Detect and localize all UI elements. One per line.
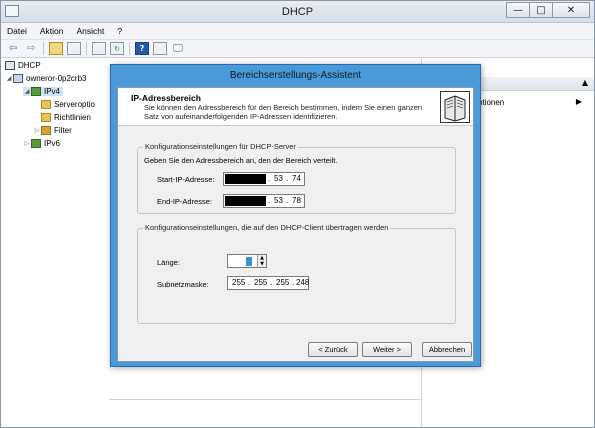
length-label: Länge:: [157, 258, 180, 267]
collapse-icon[interactable]: ◢: [5, 75, 13, 82]
dialog-body: IP-Adressbereich Sie können den Adressbe…: [117, 87, 474, 362]
spin-down-icon[interactable]: ▼: [258, 261, 266, 267]
tree-label: DHCP: [18, 61, 41, 70]
start-octet-3: 53: [274, 174, 283, 183]
collapse-icon[interactable]: ◢: [23, 88, 31, 95]
end-ip-label: End-IP-Adresse:: [157, 197, 213, 206]
start-octet-4: 74: [292, 174, 301, 183]
expand-icon[interactable]: ▷: [33, 127, 41, 134]
next-button[interactable]: Weiter >: [362, 342, 412, 357]
console-tree: DHCP ◢ owneror-0p2crb3 ◢ IPv4 Serveropti…: [1, 59, 109, 427]
tree-label: owneror-0p2crb3: [26, 74, 87, 83]
server-options-icon: [41, 100, 51, 109]
dialog-title[interactable]: Bereichserstellungs-Assistent: [111, 65, 480, 87]
pane-divider: [109, 399, 421, 400]
toolbar-separator: [86, 42, 87, 55]
subnet-mask-input[interactable]: 255 . 255 . 255 . 248: [227, 276, 309, 290]
end-octet-4: 78: [292, 196, 301, 205]
tree-label: Serveroptio: [54, 100, 95, 109]
menu-ansicht[interactable]: Ansicht: [76, 26, 104, 36]
submenu-arrow-icon[interactable]: ▶: [576, 97, 582, 106]
wizard-page-title: IP-Adressbereich: [131, 93, 201, 103]
length-value[interactable]: [246, 257, 252, 266]
toolbar: ⇦ ⇨ ↻ ? 🖵: [1, 40, 594, 58]
title-bar[interactable]: DHCP — □ ✕: [1, 1, 594, 23]
spinner-buttons[interactable]: ▲ ▼: [257, 255, 266, 267]
cancel-button[interactable]: Abbrechen: [422, 342, 472, 357]
filter-icon: [41, 126, 51, 135]
tree-node-dhcp[interactable]: DHCP: [5, 61, 41, 70]
menu-help[interactable]: ?: [117, 26, 122, 36]
tree-label: IPv4: [44, 87, 61, 96]
tree-node-ipv6[interactable]: ▷ IPv6: [23, 139, 60, 148]
toolbar-separator: [43, 42, 44, 55]
start-ip-label: Start-IP-Adresse:: [157, 175, 215, 184]
tree-node-ipv4[interactable]: ◢ IPv4: [23, 87, 64, 96]
tree-node-serveroptions[interactable]: Serveroptio: [41, 100, 95, 109]
range-instruction: Geben Sie den Adressbereich an, den der …: [144, 156, 338, 165]
client-settings-group: Konfigurationseinstellungen, die auf den…: [137, 223, 456, 324]
server-settings-group: Konfigurationseinstellungen für DHCP-Ser…: [137, 142, 456, 214]
group-legend: Konfigurationseinstellungen, die auf den…: [143, 223, 391, 232]
maximize-button[interactable]: □: [529, 2, 553, 18]
policies-icon: [41, 113, 51, 122]
group-legend: Konfigurationseinstellungen für DHCP-Ser…: [143, 142, 298, 151]
menu-aktion[interactable]: Aktion: [40, 26, 64, 36]
tree-node-server[interactable]: ◢ owneror-0p2crb3: [5, 74, 86, 83]
dhcp-icon: [5, 61, 15, 70]
menu-datei[interactable]: Datei: [7, 26, 27, 36]
minimize-button[interactable]: —: [506, 2, 530, 18]
tree-label: IPv6: [44, 139, 61, 148]
close-button[interactable]: ✕: [552, 2, 590, 18]
expand-icon[interactable]: ▷: [23, 140, 31, 147]
start-ip-input[interactable]: . 53 . 74: [223, 172, 305, 186]
wizard-book-icon: [440, 91, 470, 123]
redacted-block: [225, 196, 266, 206]
tree-label: Filter: [54, 126, 72, 135]
monitor-icon[interactable]: 🖵: [171, 42, 185, 55]
window-controls: — □ ✕: [506, 2, 590, 18]
back-arrow-icon[interactable]: ⇦: [6, 42, 20, 55]
properties-icon[interactable]: [92, 42, 106, 55]
length-spinner[interactable]: ▲ ▼: [227, 254, 267, 268]
back-button[interactable]: < Zurück: [308, 342, 358, 357]
menu-bar: Datei Aktion Ansicht ?: [1, 23, 594, 40]
subnet-mask-label: Subnetzmaske:: [157, 280, 209, 289]
refresh-icon[interactable]: ↻: [110, 42, 124, 55]
end-ip-input[interactable]: . 53 . 78: [223, 194, 305, 208]
show-tree-icon[interactable]: [67, 42, 81, 55]
redacted-block: [225, 174, 266, 184]
scope-wizard-dialog: Bereichserstellungs-Assistent IP-Adressb…: [110, 64, 481, 367]
tree-node-policies[interactable]: Richtlinien: [41, 113, 91, 122]
end-octet-3: 53: [274, 196, 283, 205]
ipv6-icon: [31, 139, 41, 148]
actions-more-item[interactable]: ptionen: [478, 98, 504, 107]
wizard-header: IP-Adressbereich Sie können den Adressbe…: [118, 88, 473, 126]
panel-icon[interactable]: [153, 42, 167, 55]
tree-node-filter[interactable]: ▷ Filter: [33, 126, 72, 135]
up-folder-icon[interactable]: [49, 42, 63, 55]
collapse-up-icon[interactable]: ▲: [582, 78, 588, 87]
tree-label: Richtlinien: [54, 113, 91, 122]
forward-arrow-icon[interactable]: ⇨: [24, 42, 38, 55]
wizard-page-description: Sie können den Adressbereich für den Ber…: [144, 103, 423, 121]
server-icon: [13, 74, 23, 83]
help-icon[interactable]: ?: [135, 42, 149, 55]
ipv4-icon: [31, 87, 41, 96]
toolbar-separator: [129, 42, 130, 55]
